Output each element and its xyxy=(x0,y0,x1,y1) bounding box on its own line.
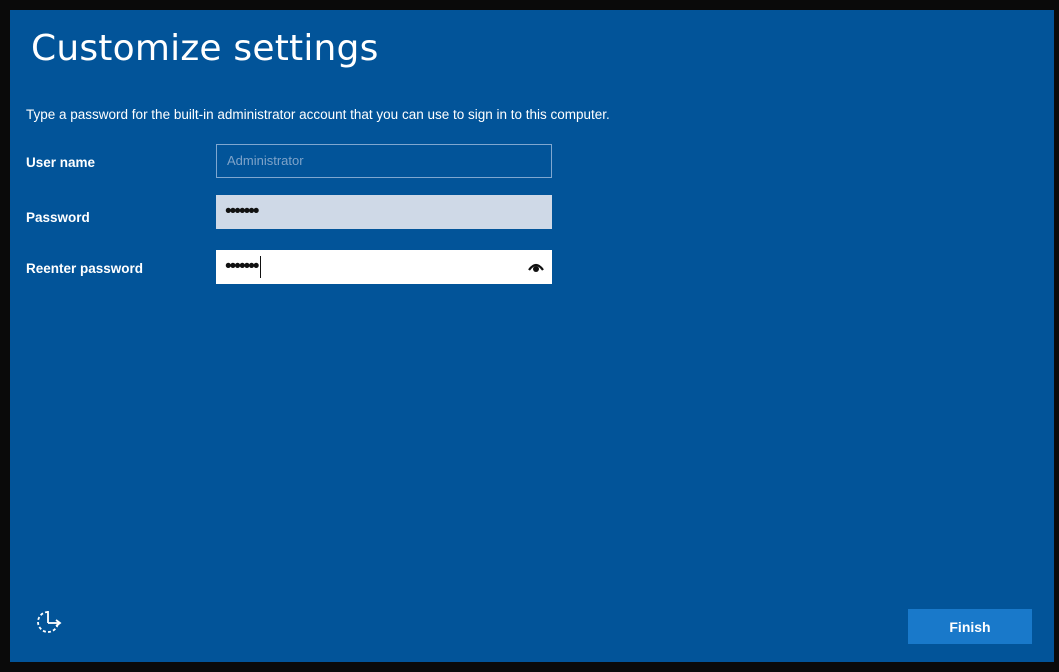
password-field[interactable]: ••••••• xyxy=(216,195,552,229)
password-label: Password xyxy=(26,210,90,225)
setup-window: Customize settings Type a password for t… xyxy=(0,0,1059,672)
setup-screen: Customize settings Type a password for t… xyxy=(10,10,1054,662)
reenter-password-field[interactable]: ••••••• xyxy=(216,250,552,284)
finish-button[interactable]: Finish xyxy=(908,609,1032,644)
text-caret xyxy=(259,255,261,278)
username-label: User name xyxy=(26,155,96,170)
username-field[interactable]: Administrator xyxy=(216,144,552,178)
page-title: Customize settings xyxy=(31,28,379,69)
reenter-password-value: ••••••• xyxy=(225,250,261,284)
instruction-text: Type a password for the built-in adminis… xyxy=(26,107,610,122)
reveal-password-icon[interactable] xyxy=(528,259,544,275)
reenter-password-label: Reenter password xyxy=(26,261,144,276)
password-value: ••••••• xyxy=(225,201,260,222)
ease-of-access-icon[interactable] xyxy=(33,607,63,637)
